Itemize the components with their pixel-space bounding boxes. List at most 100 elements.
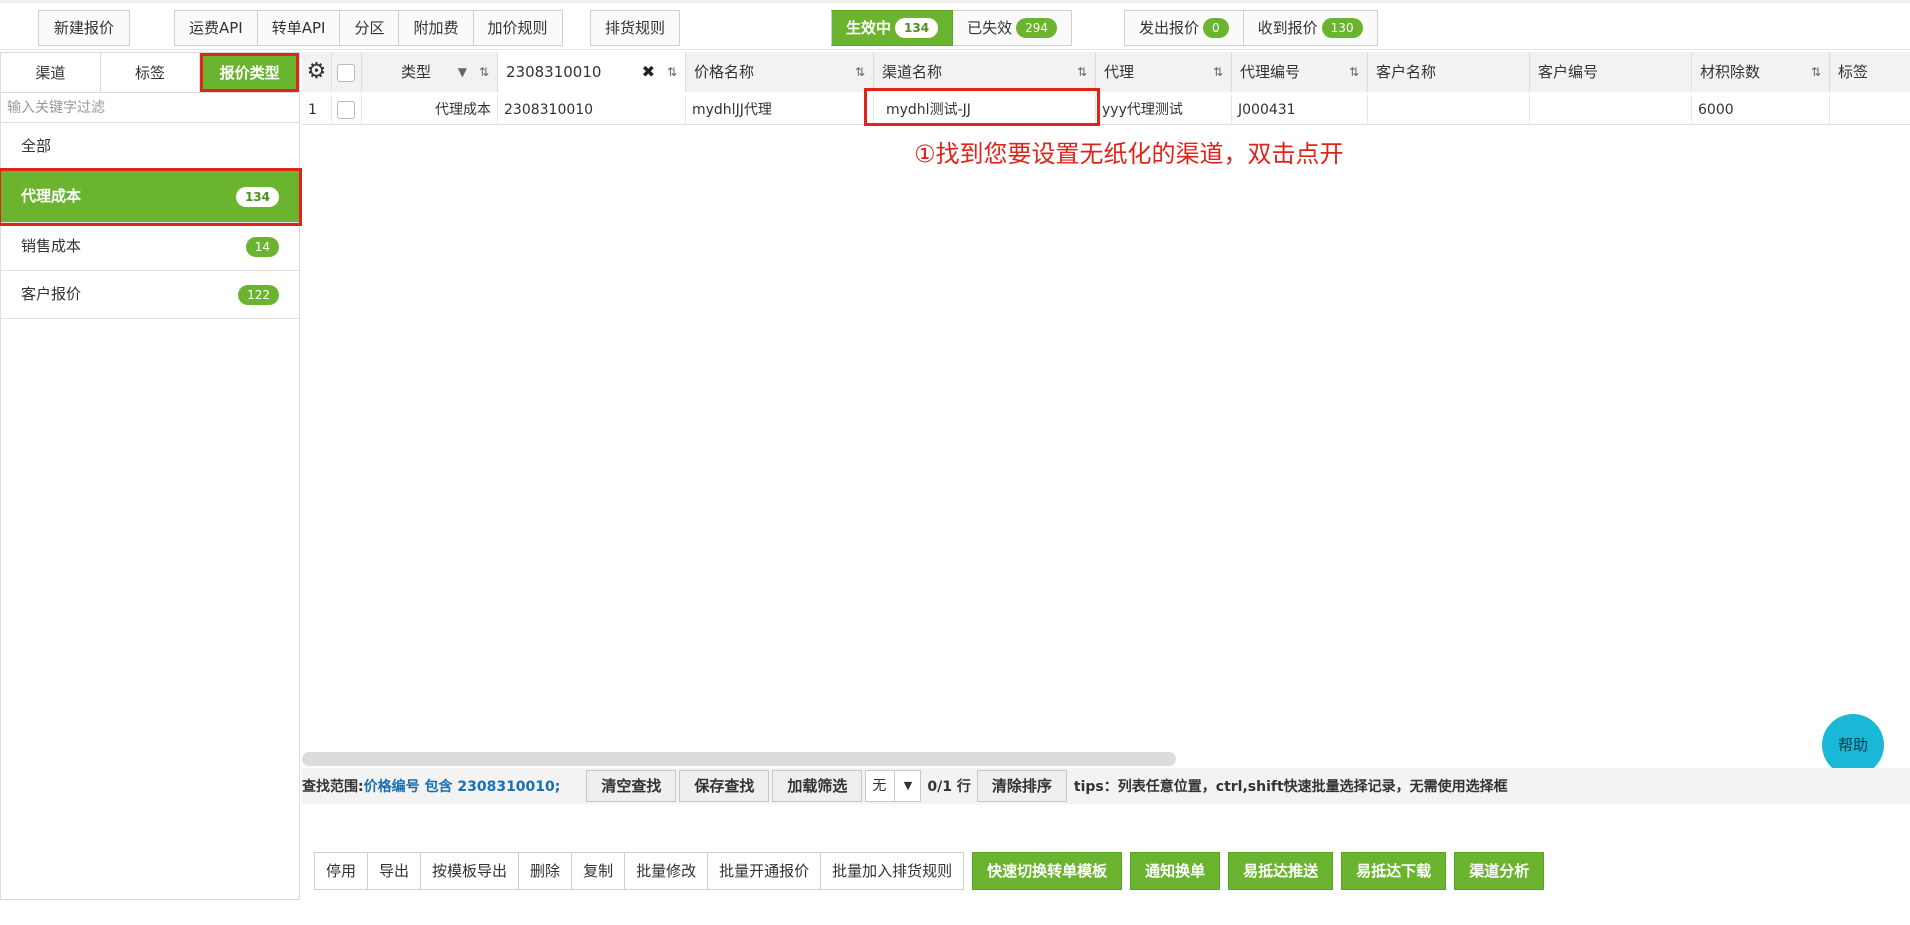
sidebar-item-agent-cost[interactable]: 代理成本 134 [0,168,302,226]
cell-type[interactable]: 代理成本 [362,95,498,125]
quote-table: ⚙ 类型 ▼ ⇅ 2308310010 ✖ ⇅ 价格名称 ⇅ 渠道名称 ⇅ 代理 [302,52,1910,762]
ship-rule-button[interactable]: 排货规则 [590,10,680,46]
cell-customer-no[interactable] [1530,95,1692,125]
sort-icon[interactable]: ⇅ [855,52,865,92]
channel-highlight-box [864,88,1100,126]
sidebar-item-customer-quote[interactable]: 客户报价 122 [1,271,299,319]
received-quotes-label: 收到报价 [1257,19,1318,37]
tab-channel[interactable]: 渠道 [1,53,101,92]
ydd-download-button[interactable]: 易抵达下载 [1341,852,1447,890]
batch-open-quote-button[interactable]: 批量开通报价 [708,852,822,890]
sidebar-item-sales-cost[interactable]: 销售成本 14 [1,223,299,271]
clear-sort-button[interactable]: 清除排序 [976,770,1067,802]
count-badge: 134 [235,187,279,207]
copy-button[interactable]: 复制 [572,852,626,890]
api-button-group: 运费API 转单API 分区 附加费 加价规则 [174,10,563,46]
received-quotes-button[interactable]: 收到报价 130 [1243,10,1378,46]
sent-quotes-button[interactable]: 发出报价 0 [1124,10,1244,46]
col-agent[interactable]: 代理 ⇅ [1096,52,1232,92]
sort-icon[interactable]: ⇅ [1811,52,1821,92]
tab-tag[interactable]: 标签 [101,53,201,92]
col-type[interactable]: 类型 ▼ ⇅ [362,52,498,92]
col-customer-no[interactable]: 客户编号 [1530,52,1692,92]
filter-dropdown-icon[interactable]: ▼ [458,52,467,92]
cell-price-name[interactable]: mydhlJJ代理 [686,95,874,125]
cell-vol-divisor[interactable]: 6000 [1692,95,1830,125]
chevron-down-icon[interactable]: ▼ [894,771,920,801]
delete-button[interactable]: 删除 [519,852,573,890]
sent-count-badge: 0 [1203,18,1229,38]
col-price-name[interactable]: 价格名称 ⇅ [686,52,874,92]
horizontal-scrollbar[interactable] [302,752,1176,766]
switch-transfer-template-button[interactable]: 快速切换转单模板 [972,852,1123,890]
col-agent-label: 代理 [1104,63,1135,81]
cell-price-no[interactable]: 2308310010 [498,95,686,125]
instruction-annotation: ①找到您要设置无纸化的渠道，双击点开 [914,140,1344,168]
col-channel-name[interactable]: 渠道名称 ⇅ [874,52,1096,92]
table-header: ⚙ 类型 ▼ ⇅ 2308310010 ✖ ⇅ 价格名称 ⇅ 渠道名称 ⇅ 代理 [302,52,1910,92]
zone-button[interactable]: 分区 [340,10,400,46]
sort-icon[interactable]: ⇅ [1077,52,1087,92]
sort-icon[interactable]: ⇅ [667,52,677,92]
sort-icon[interactable]: ⇅ [1213,52,1223,92]
transfer-api-button[interactable]: 转单API [257,10,341,46]
active-status-button[interactable]: 生效中 134 [831,10,954,46]
col-price-no-filter-value[interactable]: 2308310010 [506,63,601,81]
row-index: 1 [302,95,332,125]
channel-analysis-button[interactable]: 渠道分析 [1454,852,1545,890]
cell-agent[interactable]: yyy代理测试 [1096,95,1232,125]
row-checkbox[interactable] [337,101,355,119]
filter-select-value: 无 [872,778,887,794]
sidebar-tabs: 渠道 标签 报价类型 [1,53,300,93]
active-status-label: 生效中 [846,19,892,37]
expired-status-button[interactable]: 已失效 294 [953,10,1072,46]
filter-select[interactable]: 无 ▼ [865,770,922,802]
col-agent-no[interactable]: 代理编号 ⇅ [1232,52,1368,92]
ydd-push-button[interactable]: 易抵达推送 [1228,852,1334,890]
tab-quote-type[interactable]: 报价类型 [200,53,300,92]
sort-icon[interactable]: ⇅ [1349,52,1359,92]
save-search-button[interactable]: 保存查找 [679,770,770,802]
col-customer-name[interactable]: 客户名称 [1368,52,1530,92]
help-button[interactable]: 帮助 [1822,714,1884,776]
col-tag-label: 标签 [1838,63,1869,81]
notify-relabel-button[interactable]: 通知换单 [1130,852,1221,890]
top-toolbar: 新建报价 运费API 转单API 分区 附加费 加价规则 排货规则 生效中 134… [0,0,1910,50]
batch-edit-button[interactable]: 批量修改 [625,852,709,890]
export-button[interactable]: 导出 [368,852,422,890]
search-scope-label: 查找范围: [302,779,364,795]
sidebar: 渠道 标签 报价类型 全部 代理成本 134 销售成本 14 客户报价 122 [0,52,302,900]
sidebar-item-label: 客户报价 [21,285,82,303]
markup-rule-button[interactable]: 加价规则 [473,10,563,46]
cell-agent-no[interactable]: J000431 [1232,95,1368,125]
freight-api-button[interactable]: 运费API [174,10,258,46]
keyword-filter-input[interactable] [7,93,293,122]
clear-filter-icon[interactable]: ✖ [642,52,655,92]
col-tag[interactable]: 标签 [1830,52,1910,92]
col-agent-no-label: 代理编号 [1240,63,1301,81]
load-filter-button[interactable]: 加载筛选 [772,770,863,802]
clear-search-button[interactable]: 清空查找 [586,770,677,802]
new-quote-button[interactable]: 新建报价 [38,10,130,46]
select-all-checkbox-cell [332,52,362,92]
surcharge-button[interactable]: 附加费 [399,10,474,46]
row-checkbox-cell [332,95,362,125]
cell-customer-name[interactable] [1368,95,1530,125]
tips-text: tips：列表任意位置，ctrl,shift快速批量选择记录，无需使用选择框 [1073,779,1508,795]
col-price-no[interactable]: 2308310010 ✖ ⇅ [498,52,686,92]
template-export-button[interactable]: 按模板导出 [421,852,520,890]
disable-button[interactable]: 停用 [314,852,369,890]
sidebar-item-label: 全部 [21,137,52,155]
batch-add-ship-rule-button[interactable]: 批量加入排货规则 [821,852,965,890]
sidebar-item-label: 代理成本 [21,187,82,205]
table-row[interactable]: 1 代理成本 2308310010 mydhlJJ代理 mydhl测试-JJ y… [302,95,1910,125]
col-vol-divisor[interactable]: 材积除数 ⇅ [1692,52,1830,92]
bottom-actions: 停用 导出 按模板导出 删除 复制 批量修改 批量开通报价 批量加入排货规则 快… [314,852,1545,890]
sort-icon[interactable]: ⇅ [479,52,489,92]
gear-icon[interactable]: ⚙ [302,52,332,92]
row-count: 0/1 行 [927,779,971,795]
cell-tag[interactable] [1830,95,1910,125]
sidebar-filter [1,93,299,123]
sidebar-item-all[interactable]: 全部 [1,123,299,171]
select-all-checkbox[interactable] [337,63,355,82]
